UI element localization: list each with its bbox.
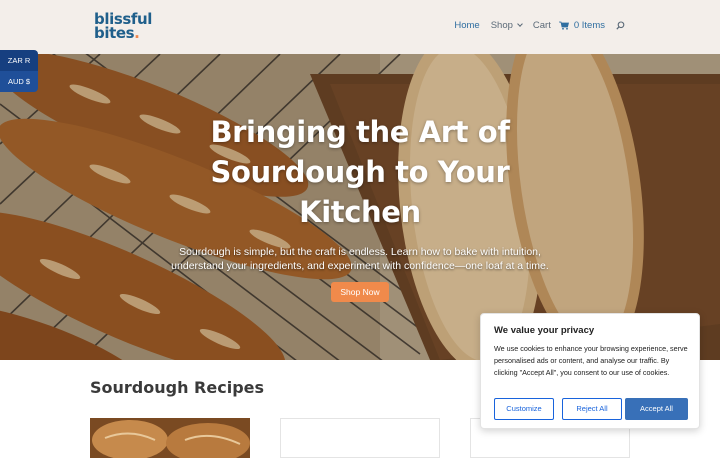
site-header: blissful bites. Home Shop Cart 0 Items bbox=[0, 0, 720, 54]
search-button[interactable] bbox=[616, 21, 625, 30]
cookie-text: We use cookies to enhance your browsing … bbox=[494, 344, 688, 377]
recipes-section-title: Sourdough Recipes bbox=[90, 378, 265, 397]
main-nav: Home Shop Cart 0 Items bbox=[443, 20, 625, 31]
accept-all-button[interactable]: Accept All bbox=[625, 398, 688, 420]
recipe-card[interactable] bbox=[90, 418, 250, 458]
recipe-card[interactable] bbox=[280, 418, 440, 458]
currency-option-zar[interactable]: ZAR R bbox=[0, 50, 38, 71]
hero-subtitle: Sourdough is simple, but the craft is en… bbox=[171, 246, 549, 272]
customize-button[interactable]: Customize bbox=[494, 398, 554, 420]
nav-shop-label: Shop bbox=[490, 20, 513, 31]
reject-all-button[interactable]: Reject All bbox=[562, 398, 622, 420]
nav-home[interactable]: Home bbox=[454, 20, 479, 31]
nav-home-label: Home bbox=[454, 20, 480, 31]
logo[interactable]: blissful bites. bbox=[94, 12, 152, 42]
logo-line-2-text: bites bbox=[94, 24, 135, 42]
currency-option-aud[interactable]: AUD $ bbox=[0, 71, 38, 92]
cookie-title: We value your privacy bbox=[494, 325, 595, 336]
hero-title: Bringing the Art of Sourdough to Your Ki… bbox=[210, 115, 510, 229]
shop-now-button[interactable]: Shop Now bbox=[331, 282, 389, 302]
nav-cart[interactable]: Cart 0 Items bbox=[533, 20, 605, 31]
cart-count: 0 Items bbox=[573, 20, 605, 31]
hero-content: Bringing the Art of Sourdough to Your Ki… bbox=[0, 112, 720, 302]
logo-line-2: bites. bbox=[94, 24, 150, 42]
recipe-card-image bbox=[90, 418, 250, 458]
cart-icon bbox=[558, 21, 574, 30]
search-icon bbox=[616, 21, 625, 30]
nav-cart-label: Cart bbox=[532, 20, 551, 31]
cart-count-link[interactable]: 0 Items bbox=[558, 20, 605, 31]
currency-switcher: ZAR R AUD $ bbox=[0, 50, 38, 92]
logo-dot: . bbox=[134, 24, 140, 42]
nav-shop[interactable]: Shop bbox=[490, 20, 523, 31]
cookie-consent-banner: We value your privacy We use cookies to … bbox=[480, 313, 700, 429]
chevron-down-icon bbox=[517, 21, 523, 27]
